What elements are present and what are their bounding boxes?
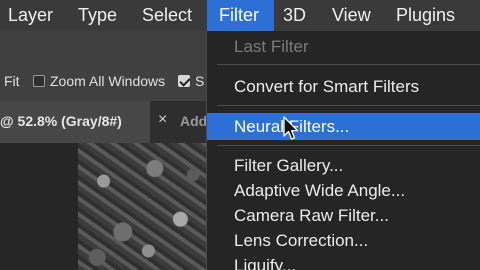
menu-item-label: Lens Correction... xyxy=(234,231,369,250)
filter-menu-dropdown: Last Filter Convert for Smart Filters Ne… xyxy=(206,31,480,270)
menu-bar: Layer Type Select Filter 3D View Plugins xyxy=(0,0,480,31)
menu-divider xyxy=(217,145,480,146)
document-canvas[interactable] xyxy=(0,143,206,270)
menu-divider xyxy=(217,64,480,65)
menu-item-label: Liquify... xyxy=(234,256,297,270)
menu-item-neural-filters[interactable]: Neural Filters... xyxy=(207,113,480,140)
menu-item-filter-gallery[interactable]: Filter Gallery... xyxy=(207,152,480,179)
options-bar: Fit Zoom All Windows S xyxy=(0,31,206,101)
zoom-all-windows-label[interactable]: Zoom All Windows xyxy=(50,73,165,89)
menu-item-convert-smart-filters[interactable]: Convert for Smart Filters xyxy=(207,73,480,100)
document-tab-active[interactable]: @ 52.8% (Gray/8#) xyxy=(0,101,150,143)
close-tab-icon[interactable]: × xyxy=(158,111,167,129)
menu-item-label: Last Filter xyxy=(234,37,309,56)
menu-type[interactable]: Type xyxy=(78,0,117,31)
document-tab-bar: @ 52.8% (Gray/8#) × Add xyxy=(0,101,207,143)
menu-layer[interactable]: Layer xyxy=(8,0,53,31)
menu-filter[interactable]: Filter xyxy=(207,0,274,31)
document-tab-title: @ 52.8% (Gray/8#) xyxy=(0,113,122,129)
menu-item-lens-correction[interactable]: Lens Correction... xyxy=(207,227,480,254)
canvas-image xyxy=(78,143,206,270)
menu-item-last-filter: Last Filter xyxy=(207,33,480,60)
menu-item-label: Adaptive Wide Angle... xyxy=(234,181,406,200)
menu-plugins[interactable]: Plugins xyxy=(396,0,455,31)
menu-item-adaptive-wide-angle[interactable]: Adaptive Wide Angle... xyxy=(207,177,480,204)
mouse-pointer-icon xyxy=(283,116,299,140)
zoom-all-windows-checkbox[interactable] xyxy=(33,75,45,87)
menu-item-label: Camera Raw Filter... xyxy=(234,206,389,225)
fit-label[interactable]: Fit xyxy=(4,73,20,89)
menu-item-liquify[interactable]: Liquify... xyxy=(207,252,480,270)
menu-view[interactable]: View xyxy=(332,0,371,31)
menu-item-label: Filter Gallery... xyxy=(234,156,344,175)
scrubby-zoom-label[interactable]: S xyxy=(195,73,204,89)
menu-divider xyxy=(217,105,480,106)
menu-item-label: Convert for Smart Filters xyxy=(234,77,420,96)
menu-select[interactable]: Select xyxy=(142,0,192,31)
scrubby-zoom-checkbox[interactable] xyxy=(178,75,190,87)
document-tab-next[interactable]: Add xyxy=(180,113,207,129)
menu-item-camera-raw-filter[interactable]: Camera Raw Filter... xyxy=(207,202,480,229)
menu-3d[interactable]: 3D xyxy=(283,0,306,31)
